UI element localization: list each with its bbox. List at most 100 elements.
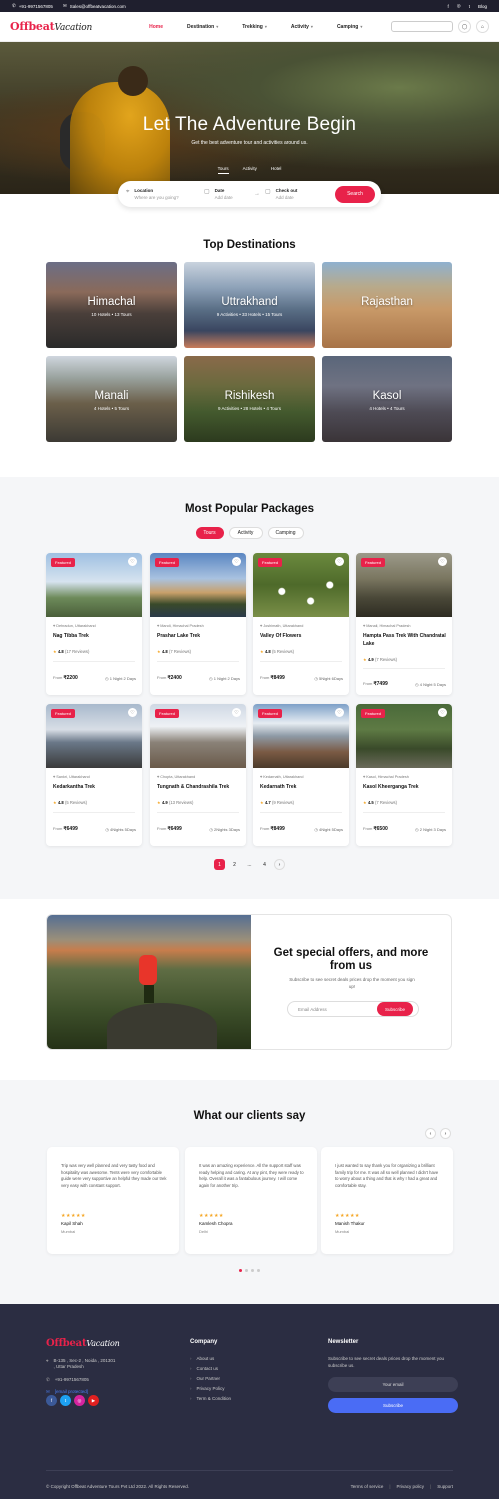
- destination-tile[interactable]: Himachal 10 Hotels • 13 Tours: [46, 262, 177, 348]
- carousel-dot[interactable]: [245, 1269, 248, 1272]
- package-card[interactable]: Featured ♡ ⌖ Mandi, Himachal Pradesh Pra…: [150, 553, 246, 695]
- package-card[interactable]: Featured ♡ ⌖ Kedarnath, Uttarakhand Keda…: [253, 704, 349, 846]
- heart-icon[interactable]: ♡: [128, 557, 137, 566]
- hero-tab-tours[interactable]: Tours: [217, 166, 229, 174]
- search-button[interactable]: Search: [335, 185, 375, 203]
- clock-icon: ◷: [415, 827, 419, 832]
- footer-link-terms[interactable]: › Term & Condition: [190, 1396, 231, 1401]
- package-card[interactable]: Featured ♡ ⌖ Kasol, Himachal Pradesh Kas…: [356, 704, 452, 846]
- reviewer-name: Kapil Shah: [61, 1221, 83, 1226]
- newsletter-subscribe-button[interactable]: Subscribe: [328, 1398, 458, 1413]
- footer: OffbeatVacation ⌖ B-135 , Sec-2 , Noida ,…: [0, 1304, 499, 1499]
- heart-icon[interactable]: ♡: [335, 708, 344, 717]
- cart-icon[interactable]: ⌂: [476, 20, 489, 33]
- clock-icon: ◷: [209, 827, 213, 832]
- blog-link[interactable]: Blog: [478, 4, 487, 9]
- topbar-email[interactable]: ✉ Sales@offbeatvacation.com: [63, 3, 126, 9]
- topbar-phone[interactable]: ✆ +91-9971567805: [12, 3, 53, 9]
- instagram-icon[interactable]: ◎: [74, 1395, 85, 1406]
- package-card[interactable]: Featured ♡ ⌖ Dehradun, Uttarakhand Nag T…: [46, 553, 142, 695]
- logo[interactable]: OffbeatVacation: [10, 20, 92, 33]
- heart-icon[interactable]: ♡: [335, 557, 344, 566]
- offers-image: [47, 915, 251, 1049]
- location-field[interactable]: ⌖ Location Where are you going?: [126, 188, 204, 200]
- facebook-icon[interactable]: f: [448, 4, 449, 9]
- card-title: Kedarkantha Trek: [53, 784, 95, 790]
- heart-icon[interactable]: ♡: [232, 557, 241, 566]
- twitter-icon[interactable]: t: [469, 4, 470, 9]
- date-field[interactable]: ▢ Date Add date: [204, 188, 254, 200]
- card-rating: ★ 4.8 (5 Reviews): [260, 649, 295, 654]
- heart-icon[interactable]: ♡: [438, 557, 447, 566]
- package-card[interactable]: Featured ♡ ⌖ Chopta, Uttarakhand Tungnat…: [150, 704, 246, 846]
- destination-tile[interactable]: Rajasthan: [322, 262, 452, 348]
- nav-item-home[interactable]: Home: [137, 24, 175, 30]
- heart-icon[interactable]: ♡: [438, 708, 447, 717]
- search-input[interactable]: [391, 21, 453, 32]
- youtube-icon[interactable]: ▶: [88, 1395, 99, 1406]
- carousel-dot[interactable]: [239, 1269, 242, 1272]
- carousel-dot[interactable]: [251, 1269, 254, 1272]
- heart-icon[interactable]: ♡: [232, 708, 241, 717]
- clock-icon: ◷: [105, 676, 109, 681]
- card-location: ⌖ Sankri, Uttarakhand: [53, 775, 90, 779]
- destination-tile[interactable]: Kasol 4 Hotels • 4 Tours: [322, 356, 452, 442]
- hero-tab-hotel[interactable]: Hotel: [271, 166, 282, 174]
- terms-link[interactable]: Terms of service: [351, 1484, 384, 1489]
- twitter-icon[interactable]: t: [60, 1395, 71, 1406]
- footer-link-partner[interactable]: › Our Partner: [190, 1376, 220, 1381]
- page-button[interactable]: 2: [229, 859, 240, 870]
- next-arrow-icon[interactable]: ›: [440, 1128, 451, 1139]
- package-tab-tours[interactable]: Tours: [195, 527, 224, 539]
- hero-subtitle: Get the best adventure tour and activiti…: [191, 140, 308, 146]
- destination-tile[interactable]: Manali 4 Hotels • 5 Tours: [46, 356, 177, 442]
- card-rating: ★ 4.9 (7 Reviews): [363, 657, 398, 662]
- checkout-field[interactable]: ▢ Check out Add date: [265, 188, 335, 200]
- card-divider: [363, 812, 445, 813]
- nav-item-trekking[interactable]: Trekking ▾: [230, 24, 279, 30]
- footer-address: ⌖ B-135 , Sec-2 , Noida , 201301 , Uttar …: [46, 1358, 116, 1369]
- carousel-dot[interactable]: [257, 1269, 260, 1272]
- star-icon: ★: [157, 649, 161, 654]
- next-page-button[interactable]: ›: [274, 859, 285, 870]
- privacy-link[interactable]: Privacy policy: [397, 1484, 425, 1489]
- chevron-right-icon: ›: [190, 1356, 192, 1361]
- destination-tile[interactable]: Uttrakhand 9 Activities • 33 Hotels • 15…: [184, 262, 315, 348]
- package-card[interactable]: Featured ♡ ⌖ Joshimath, Uttarakhand Vall…: [253, 553, 349, 695]
- newsletter-email-field[interactable]: Your email: [328, 1377, 458, 1392]
- footer-link-contact[interactable]: › Contact us: [190, 1366, 218, 1371]
- prev-arrow-icon[interactable]: ‹: [425, 1128, 436, 1139]
- rating-stars: ★★★★★: [61, 1213, 86, 1219]
- package-tab-camping[interactable]: Camping: [267, 527, 304, 539]
- nav-item-activity[interactable]: Activity ▾: [279, 24, 325, 30]
- subscribe-button[interactable]: Subscribe: [377, 1002, 413, 1016]
- hero-tab-activity[interactable]: Activity: [243, 166, 257, 174]
- package-tab-activity[interactable]: Activity: [228, 527, 263, 539]
- card-price: From ₹6500: [363, 826, 388, 832]
- facebook-icon[interactable]: f: [46, 1395, 57, 1406]
- page-button[interactable]: 4: [259, 859, 270, 870]
- package-card[interactable]: Featured ♡ ⌖ Manali, Himachal Pradesh Ha…: [356, 553, 452, 695]
- destination-tile[interactable]: Rishikesh 9 Activities • 28 Hotels • 4 T…: [184, 356, 315, 442]
- phone-icon: ✆: [12, 3, 16, 8]
- footer-link-about[interactable]: › About us: [190, 1356, 214, 1361]
- page-ellipsis: ...: [247, 861, 252, 868]
- nav-item-camping[interactable]: Camping ▾: [325, 24, 374, 30]
- hero-tabs: Tours Activity Hotel: [0, 166, 499, 174]
- calendar-icon: ▢: [204, 189, 210, 195]
- nav-item-destination[interactable]: Destination ▾: [175, 24, 230, 30]
- page-button[interactable]: 1: [214, 859, 225, 870]
- user-icon[interactable]: ◯: [458, 20, 471, 33]
- package-card[interactable]: Featured ♡ ⌖ Sankri, Uttarakhand Kedarka…: [46, 704, 142, 846]
- heart-icon[interactable]: ♡: [128, 708, 137, 717]
- card-rating: ★ 4.8 (7 Reviews): [157, 649, 192, 654]
- footer-logo[interactable]: OffbeatVacation: [46, 1338, 120, 1349]
- footer-link-privacy[interactable]: › Privacy Policy: [190, 1386, 225, 1391]
- support-link[interactable]: Support: [437, 1484, 453, 1489]
- rating-stars: ★★★★★: [335, 1213, 360, 1219]
- card-price: From ₹7499: [363, 681, 388, 687]
- footer-phone[interactable]: ✆ +91-9971567805: [46, 1377, 89, 1383]
- instagram-icon[interactable]: ◎: [457, 3, 461, 9]
- calendar-icon: ▢: [265, 189, 271, 195]
- star-icon: ★: [260, 800, 264, 805]
